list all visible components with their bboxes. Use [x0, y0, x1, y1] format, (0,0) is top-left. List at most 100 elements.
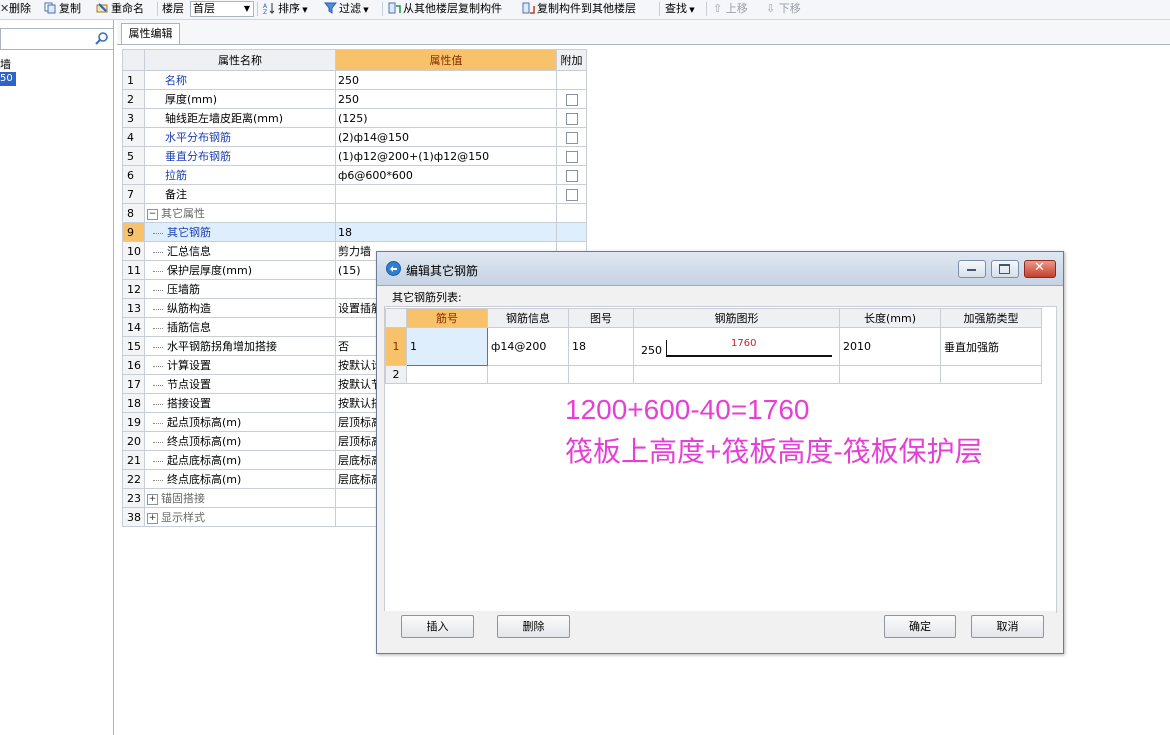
extra-checkbox[interactable] [565, 93, 578, 106]
insert-button[interactable]: 插入 [401, 615, 474, 638]
prop-value[interactable]: (125) [335, 108, 557, 128]
prop-name: 保护层厚度(mm) [144, 260, 336, 280]
expand-icon[interactable]: + [147, 512, 158, 524]
table-row[interactable]: 1 1 ф14@200 18 250 1760 2010 垂直加强筋 [385, 327, 1042, 366]
bar-info-cell[interactable]: ф14@200 [487, 327, 569, 366]
copy-from-floor-button[interactable]: 从其他楼层复制构件 [388, 1, 502, 17]
table-row[interactable]: 5 垂直分布钢筋 (1)ф12@200+(1)ф12@150 [122, 146, 587, 166]
move-up-button[interactable]: ⇧ 上移 [713, 1, 748, 17]
maximize-button[interactable] [991, 260, 1019, 278]
filter-icon [323, 2, 338, 14]
app-icon [386, 261, 401, 279]
prop-name: 计算设置 [144, 355, 336, 375]
table-row[interactable]: 2 [385, 365, 1042, 384]
prop-name: 拉筋 [144, 165, 336, 185]
svg-text:Z: Z [263, 9, 267, 14]
filter-button[interactable]: 过滤 ▼ [323, 1, 369, 17]
strengthen-type-cell[interactable]: 垂直加强筋 [940, 327, 1042, 366]
delete-button[interactable]: 删除 [497, 615, 570, 638]
header-extra: 附加 [556, 49, 587, 71]
tab-strip [117, 20, 1170, 45]
prop-name: 垂直分布钢筋 [144, 146, 336, 166]
table-row[interactable]: 1 名称 250 [122, 70, 587, 90]
dialog-title-bar[interactable]: 编辑其它钢筋 ✕ [377, 252, 1063, 286]
header-property-name: 属性名称 [144, 49, 336, 71]
prop-value[interactable] [335, 184, 557, 204]
minimize-icon [967, 269, 976, 271]
sort-icon: AZ [263, 2, 276, 16]
extra-checkbox[interactable] [565, 131, 578, 144]
copy-to-floor-button[interactable]: 复制构件到其他楼层 [522, 1, 636, 17]
copy-button[interactable]: 复制 [44, 1, 81, 17]
copy-icon [44, 2, 57, 14]
table-row[interactable]: 4 水平分布钢筋 (2)ф14@150 [122, 127, 587, 147]
delete-icon: ✕ [0, 2, 10, 15]
annotation-formula: 1200+600-40=1760 [565, 394, 810, 425]
expand-icon[interactable]: + [147, 493, 158, 505]
chevron-down-icon: ▼ [687, 6, 695, 14]
cancel-button[interactable]: 取消 [971, 615, 1044, 638]
length-cell[interactable]: 2010 [839, 327, 941, 366]
close-button[interactable]: ✕ [1024, 260, 1056, 278]
component-search-input[interactable] [0, 28, 114, 50]
annotation-explanation: 筏板上高度+筏板高度-筏板保护层 [565, 436, 983, 467]
header-strengthen-type: 加强筋类型 [940, 308, 1042, 328]
collapse-icon[interactable]: − [147, 208, 158, 220]
prop-name: 起点底标高(m) [144, 450, 336, 470]
extra-checkbox[interactable] [565, 112, 578, 125]
sort-button[interactable]: A Z 排序 ▼ [263, 1, 308, 17]
prop-name: 其它钢筋 [144, 222, 336, 242]
prop-group[interactable]: + 锚固搭接 [144, 488, 336, 508]
minimize-button[interactable] [958, 260, 986, 278]
table-row[interactable]: 6 拉筋 ф6@600*600 [122, 165, 587, 185]
tree-item-selected[interactable]: 50 [0, 72, 16, 86]
shape-bar-line [666, 355, 832, 357]
prop-value[interactable]: (2)ф14@150 [335, 127, 557, 147]
shape-left-dim: 250 [641, 344, 662, 357]
chevron-down-icon: ▼ [361, 6, 369, 14]
table-row-selected[interactable]: 9 其它钢筋 18 [122, 222, 587, 242]
rename-button[interactable]: 重命名 [96, 1, 144, 17]
bar-no-cell[interactable]: 1 [406, 327, 488, 366]
grid-corner [122, 49, 145, 71]
prop-name: 备注 [144, 184, 336, 204]
tab-property-edit[interactable]: 属性编辑 [121, 23, 180, 44]
floor-select[interactable]: 首层 ▼ [190, 1, 254, 17]
prop-value[interactable]: 250 [335, 89, 557, 109]
move-down-button[interactable]: ⇩ 下移 [766, 1, 801, 17]
fig-no-cell[interactable]: 18 [568, 327, 634, 366]
extra-cell [556, 70, 587, 90]
ok-button[interactable]: 确定 [884, 615, 956, 638]
rename-icon [96, 2, 109, 14]
prop-value[interactable]: (1)ф12@200+(1)ф12@150 [335, 146, 557, 166]
prop-name: 水平钢筋拐角增加搭接 [144, 336, 336, 356]
table-row[interactable]: 7 备注 [122, 184, 587, 204]
prop-value[interactable]: 250 [335, 70, 557, 90]
table-row[interactable]: 2 厚度(mm) 250 [122, 89, 587, 109]
prop-name: 终点底标高(m) [144, 469, 336, 489]
chevron-down-icon: ▼ [243, 4, 250, 13]
prop-group[interactable]: + 显示样式 [144, 507, 336, 527]
extra-checkbox[interactable] [565, 188, 578, 201]
prop-group[interactable]: − 其它属性 [144, 203, 336, 223]
table-row[interactable]: 8 − 其它属性 [122, 203, 587, 223]
prop-value[interactable]: ф6@600*600 [335, 165, 557, 185]
header-length: 长度(mm) [839, 308, 941, 328]
edit-other-rebar-dialog: 编辑其它钢筋 ✕ 其它钢筋列表: 筋号 钢筋信息 图号 钢筋图形 长度(mm) … [376, 251, 1064, 654]
header-bar-info: 钢筋信息 [487, 308, 569, 328]
prop-name: 名称 [144, 70, 336, 90]
other-rebar-table: 筋号 钢筋信息 图号 钢筋图形 长度(mm) 加强筋类型 1 1 ф14@200… [385, 308, 1042, 384]
delete-button[interactable]: ✕删除 [0, 1, 31, 17]
toolbar: ✕删除 复制 重命名 楼层 首层 ▼ A Z 排序 ▼ 过滤 ▼ 从其他楼层复制构件… [0, 0, 1170, 20]
find-button[interactable]: 查找 ▼ [665, 1, 695, 17]
table-row[interactable]: 3 轴线距左墙皮距离(mm) (125) [122, 108, 587, 128]
search-icon[interactable] [95, 31, 109, 48]
tree-item-wall[interactable]: 墙 [0, 56, 11, 72]
extra-checkbox[interactable] [565, 150, 578, 163]
header-fig-no: 图号 [568, 308, 634, 328]
bar-shape-cell[interactable]: 250 1760 [633, 327, 840, 366]
prop-value[interactable]: 18 [335, 222, 557, 242]
extra-checkbox[interactable] [565, 169, 578, 182]
prop-name: 压墙筋 [144, 279, 336, 299]
prop-name: 厚度(mm) [144, 89, 336, 109]
